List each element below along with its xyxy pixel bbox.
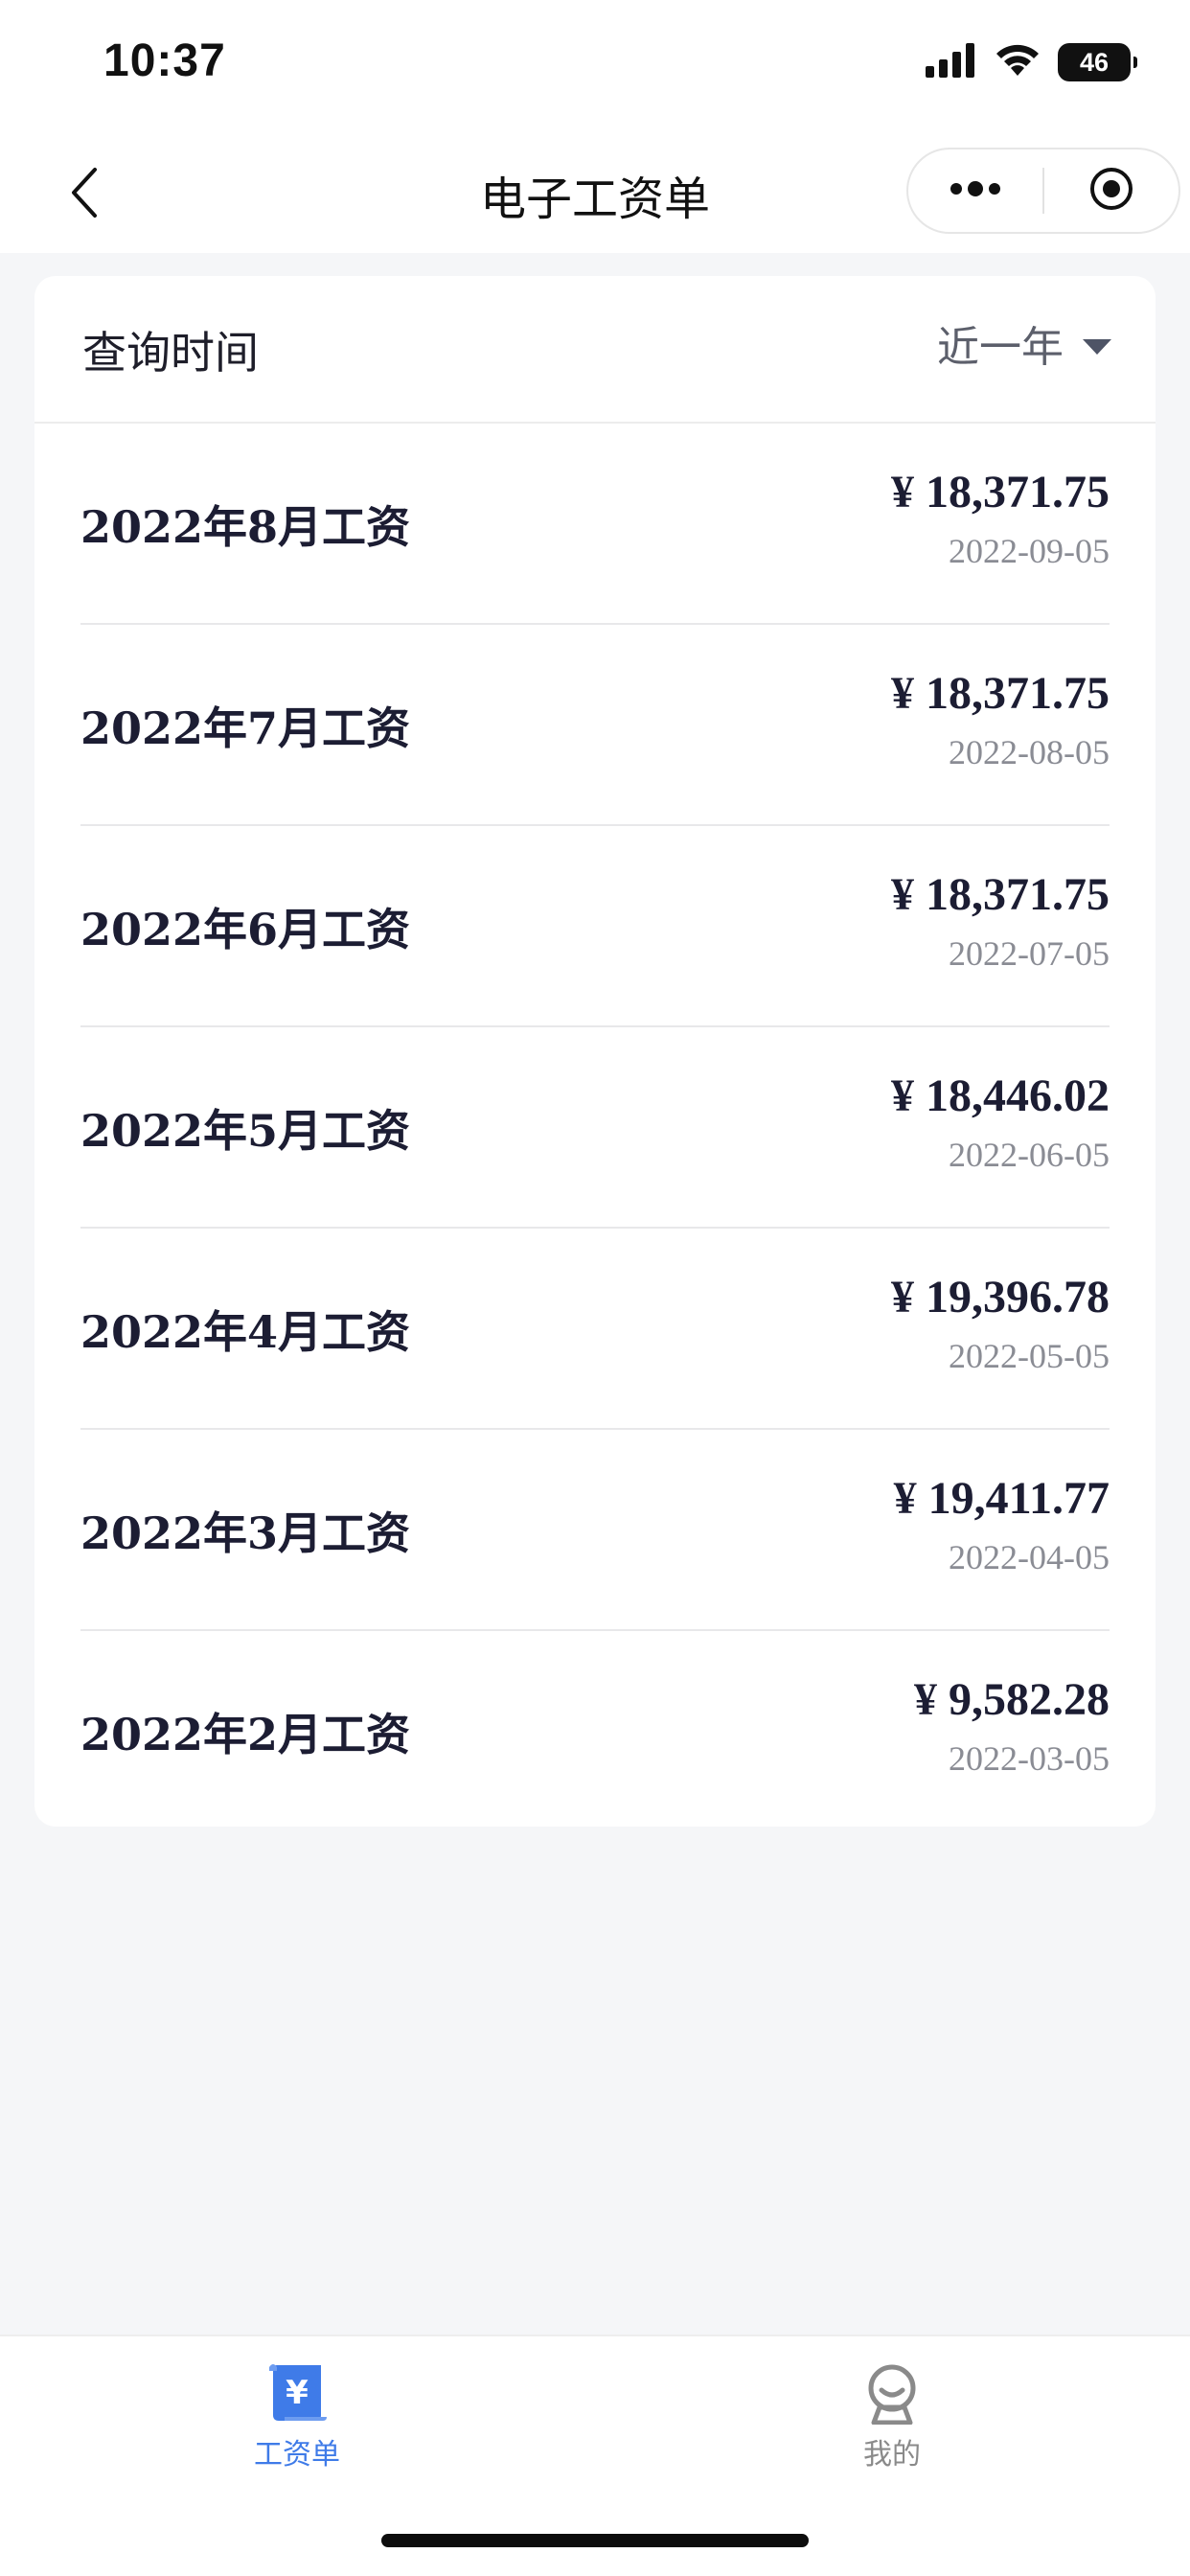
filter-row: 查询时间 近一年	[34, 276, 1156, 424]
payslip-row[interactable]: 2022年4月工资 ¥ 19,396.78 2022-05-05	[80, 1229, 1110, 1430]
battery-icon: 46	[1058, 43, 1137, 81]
filter-label: 查询时间	[82, 327, 259, 379]
payslip-amount: ¥ 19,396.78	[891, 1272, 1110, 1322]
battery-level: 46	[1079, 47, 1110, 77]
payslip-date: 2022-04-05	[949, 1538, 1110, 1576]
time-range-dropdown[interactable]: 近一年	[937, 314, 1111, 372]
tab-mine[interactable]: 我的	[796, 2361, 988, 2476]
payslip-title: 2022年6月工资	[80, 904, 411, 955]
payslip-title: 2022年8月工资	[80, 501, 411, 553]
target-circle-icon	[1088, 166, 1134, 216]
payslip-amount: ¥ 18,446.02	[891, 1070, 1110, 1121]
payslip-icon: ¥	[265, 2361, 329, 2425]
payslip-title: 2022年5月工资	[80, 1105, 411, 1157]
nav-bar: 电子工资单	[0, 134, 1190, 253]
more-button[interactable]	[908, 150, 1042, 232]
payslip-row[interactable]: 2022年2月工资 ¥ 9,582.28 2022-03-05	[80, 1631, 1110, 1827]
tab-payslip-label: 工资单	[254, 2438, 340, 2472]
time-range-value: 近一年	[937, 323, 1064, 372]
payslip-date: 2022-09-05	[949, 532, 1110, 570]
payslip-title: 2022年2月工资	[80, 1709, 411, 1760]
payslip-row[interactable]: 2022年5月工资 ¥ 18,446.02 2022-06-05	[80, 1027, 1110, 1229]
payslip-amount: ¥ 19,411.77	[893, 1473, 1110, 1524]
wifi-icon	[995, 43, 1041, 81]
payslip-amount: ¥ 18,371.75	[891, 869, 1110, 920]
payslip-title: 2022年7月工资	[80, 702, 411, 754]
home-indicator	[381, 2534, 809, 2547]
payslip-card: 查询时间 近一年 2022年8月工资 ¥ 18,371.75 2022-09-0…	[34, 276, 1156, 1827]
payslip-date: 2022-07-05	[949, 934, 1110, 973]
payslip-date: 2022-06-05	[949, 1136, 1110, 1174]
close-mini-program-button[interactable]	[1044, 150, 1179, 232]
payslip-row[interactable]: 2022年3月工资 ¥ 19,411.77 2022-04-05	[80, 1430, 1110, 1631]
tab-payslip[interactable]: ¥ 工资单	[201, 2361, 393, 2476]
status-time: 10:37	[103, 35, 226, 86]
svg-text:¥: ¥	[286, 2374, 309, 2412]
payslip-amount: ¥ 18,371.75	[891, 467, 1110, 518]
payslip-title: 2022年3月工资	[80, 1507, 411, 1559]
payslip-amount: ¥ 9,582.28	[914, 1674, 1110, 1725]
payslip-title: 2022年4月工资	[80, 1306, 411, 1358]
caret-down-icon	[1083, 339, 1111, 355]
payslip-date: 2022-08-05	[949, 733, 1110, 771]
payslip-row[interactable]: 2022年6月工资 ¥ 18,371.75 2022-07-05	[80, 826, 1110, 1027]
payslip-date: 2022-05-05	[949, 1337, 1110, 1375]
more-dots-icon	[947, 179, 1004, 202]
status-bar: 10:37 46	[0, 0, 1190, 134]
payslip-date: 2022-03-05	[949, 1739, 1110, 1778]
payslip-amount: ¥ 18,371.75	[891, 668, 1110, 719]
tab-mine-label: 我的	[863, 2438, 921, 2472]
status-icons: 46	[926, 42, 1137, 82]
profile-icon	[860, 2361, 924, 2426]
payslip-row[interactable]: 2022年7月工资 ¥ 18,371.75 2022-08-05	[80, 625, 1110, 826]
cellular-signal-icon	[926, 43, 977, 81]
payslip-row[interactable]: 2022年8月工资 ¥ 18,371.75 2022-09-05	[80, 424, 1110, 625]
mini-program-capsule	[906, 148, 1180, 234]
